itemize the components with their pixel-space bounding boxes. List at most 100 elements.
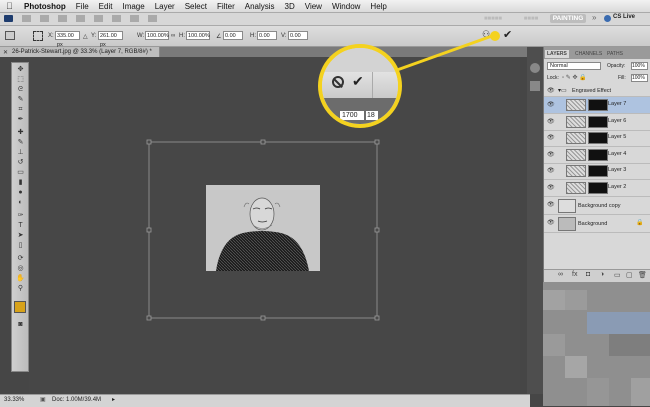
layer-style-icon[interactable]: fx xyxy=(572,271,577,278)
layer-row[interactable]: 👁 Layer 3 xyxy=(544,163,650,181)
visibility-eye-icon[interactable]: 👁 xyxy=(547,151,555,158)
crop-tool-icon[interactable]: ⌗ xyxy=(15,106,26,113)
trash-icon[interactable]: 🗑 xyxy=(638,271,647,279)
tab-channels[interactable]: CHANNELS xyxy=(573,50,604,58)
reference-point-icon[interactable] xyxy=(33,31,43,41)
blend-mode-select[interactable]: Normal xyxy=(547,62,601,70)
mask-icon[interactable]: ◘ xyxy=(586,271,590,278)
brush-tool-icon[interactable]: ✎ xyxy=(15,139,26,146)
marquee-tool-icon[interactable]: ⬚ xyxy=(15,76,26,83)
eyedropper-tool-icon[interactable]: ✒ xyxy=(15,116,26,123)
layer-row[interactable]: 👁 Layer 5 xyxy=(544,130,650,148)
styles-panel-icon[interactable] xyxy=(530,81,540,91)
adjustments-panel-icon[interactable] xyxy=(530,63,540,73)
history-brush-icon[interactable]: ↺ xyxy=(15,159,26,166)
layer-row[interactable]: 👁 Layer 2 xyxy=(544,180,650,197)
visibility-eye-icon[interactable]: 👁 xyxy=(547,201,555,208)
workspace-switcher-2[interactable]: ■■■■ xyxy=(515,14,547,23)
layer-row[interactable]: 👁 Layer 6 xyxy=(544,114,650,131)
extras-icon[interactable] xyxy=(58,15,67,22)
doc-size[interactable]: Doc: 1.00M/39.4M xyxy=(52,395,101,406)
layer-group-row[interactable]: 👁 ▾▭ Engraved Effect xyxy=(544,85,650,97)
shape-tool-icon[interactable]: ▯ xyxy=(15,242,26,249)
menu-select[interactable]: Select xyxy=(185,2,207,11)
commit-transform-icon[interactable]: ✔ xyxy=(503,28,512,41)
visibility-eye-icon[interactable]: 👁 xyxy=(547,184,555,191)
quick-mask-icon[interactable]: ◙ xyxy=(15,321,26,328)
visibility-eye-icon[interactable]: 👁 xyxy=(547,101,555,108)
visibility-eye-icon[interactable]: 👁 xyxy=(547,167,555,174)
tab-paths[interactable]: PATHS xyxy=(605,50,625,58)
tool-preset-icon[interactable] xyxy=(5,31,15,40)
vertical-skew-field[interactable]: 0.00 xyxy=(288,31,308,40)
blur-tool-icon[interactable]: ● xyxy=(15,189,26,196)
foreground-color-swatch[interactable] xyxy=(14,301,26,313)
eraser-tool-icon[interactable]: ▭ xyxy=(15,169,26,176)
cancel-transform-icon[interactable] xyxy=(332,76,344,88)
commit-transform-zoom-icon[interactable]: ✔ xyxy=(352,73,364,90)
3d-rotate-icon[interactable]: ⟳ xyxy=(15,255,26,262)
lasso-tool-icon[interactable]: ᘓ xyxy=(15,86,26,93)
pen-tool-icon[interactable]: ✑ xyxy=(15,212,26,219)
layer-row[interactable]: 👁 Layer 7 xyxy=(544,97,650,114)
apple-icon[interactable]:  xyxy=(6,1,18,11)
width-field[interactable]: 100.00% xyxy=(145,31,169,40)
menu-3d[interactable]: 3D xyxy=(285,2,295,11)
spot-healing-icon[interactable]: ✚ xyxy=(15,129,26,136)
zoom-tool-icon[interactable]: ⚲ xyxy=(15,285,26,292)
workspace-switcher-1[interactable]: ■■■■■ xyxy=(475,14,511,23)
menu-image[interactable]: Image xyxy=(122,2,144,11)
layer-row-background[interactable]: 👁 Background 🔒 xyxy=(544,215,650,233)
more-workspaces-icon[interactable]: » xyxy=(592,13,596,22)
link-layers-icon[interactable]: ∞ xyxy=(558,271,563,278)
close-document-icon[interactable]: ✕ xyxy=(3,49,8,56)
new-layer-icon[interactable]: ▢ xyxy=(626,271,633,279)
menu-help[interactable]: Help xyxy=(370,2,386,11)
workspace-painting-button[interactable]: PAINTING xyxy=(550,14,586,23)
bridge-icon[interactable] xyxy=(22,15,31,22)
visibility-eye-icon[interactable]: 👁 xyxy=(547,134,555,141)
x-field[interactable]: 335.00 px xyxy=(55,31,80,48)
3d-orbit-icon[interactable]: ◎ xyxy=(15,265,26,272)
height-field[interactable]: 100.00% xyxy=(186,31,210,40)
path-selection-icon[interactable]: ➤ xyxy=(15,232,26,239)
rotation-field[interactable]: 0.00 xyxy=(223,31,243,40)
layer-row-bg-copy[interactable]: 👁 Background copy xyxy=(544,197,650,215)
menu-layer[interactable]: Layer xyxy=(155,2,175,11)
horizontal-skew-field[interactable]: 0.00 xyxy=(257,31,277,40)
lock-icons[interactable]: ▫ ✎ ✥ 🔒 xyxy=(562,74,587,81)
quick-selection-icon[interactable]: ✎ xyxy=(15,96,26,103)
screen-mode-icon[interactable] xyxy=(148,15,157,22)
type-tool-icon[interactable]: T xyxy=(15,222,26,229)
adjustment-layer-icon[interactable]: ◑ xyxy=(600,271,604,278)
y-field[interactable]: 261.00 px xyxy=(98,31,123,48)
menu-filter[interactable]: Filter xyxy=(217,2,235,11)
visibility-eye-icon[interactable]: 👁 xyxy=(547,219,555,226)
hand-tool-icon[interactable] xyxy=(94,15,103,22)
menu-app-name[interactable]: Photoshop xyxy=(24,2,66,11)
document-tab[interactable]: 26-Patrick-Stewart.jpg @ 33.3% (Layer 7,… xyxy=(0,47,160,57)
visibility-eye-icon[interactable]: 👁 xyxy=(547,118,555,125)
hand-tool-icon-panel[interactable]: ✋ xyxy=(15,275,26,282)
opacity-field[interactable]: 100% xyxy=(631,62,648,70)
rotate-view-icon[interactable] xyxy=(112,15,121,22)
zoom-level[interactable]: 33.33% xyxy=(4,395,24,406)
visibility-eye-icon[interactable]: 👁 xyxy=(547,87,555,94)
arrange-documents-icon[interactable] xyxy=(130,15,139,22)
zoom-level-icon[interactable] xyxy=(76,15,85,22)
clone-stamp-icon[interactable]: ⊥ xyxy=(15,149,26,156)
layer-row[interactable]: 👁 Layer 4 xyxy=(544,147,650,164)
cs-live-button[interactable]: CS Live xyxy=(613,14,635,20)
menu-file[interactable]: File xyxy=(76,2,89,11)
menu-analysis[interactable]: Analysis xyxy=(245,2,275,11)
status-menu-icon[interactable]: ▸ xyxy=(112,395,115,406)
menu-view[interactable]: View xyxy=(305,2,322,11)
menu-edit[interactable]: Edit xyxy=(99,2,113,11)
dodge-tool-icon[interactable]: ◐ xyxy=(15,199,26,206)
link-icon[interactable]: ∞ xyxy=(171,33,175,39)
new-group-icon[interactable]: ▭ xyxy=(614,271,621,279)
minibridge-icon[interactable] xyxy=(40,15,49,22)
tab-layers[interactable]: LAYERS xyxy=(545,50,569,58)
menu-window[interactable]: Window xyxy=(332,2,360,11)
delta-icon[interactable]: △ xyxy=(83,33,88,40)
